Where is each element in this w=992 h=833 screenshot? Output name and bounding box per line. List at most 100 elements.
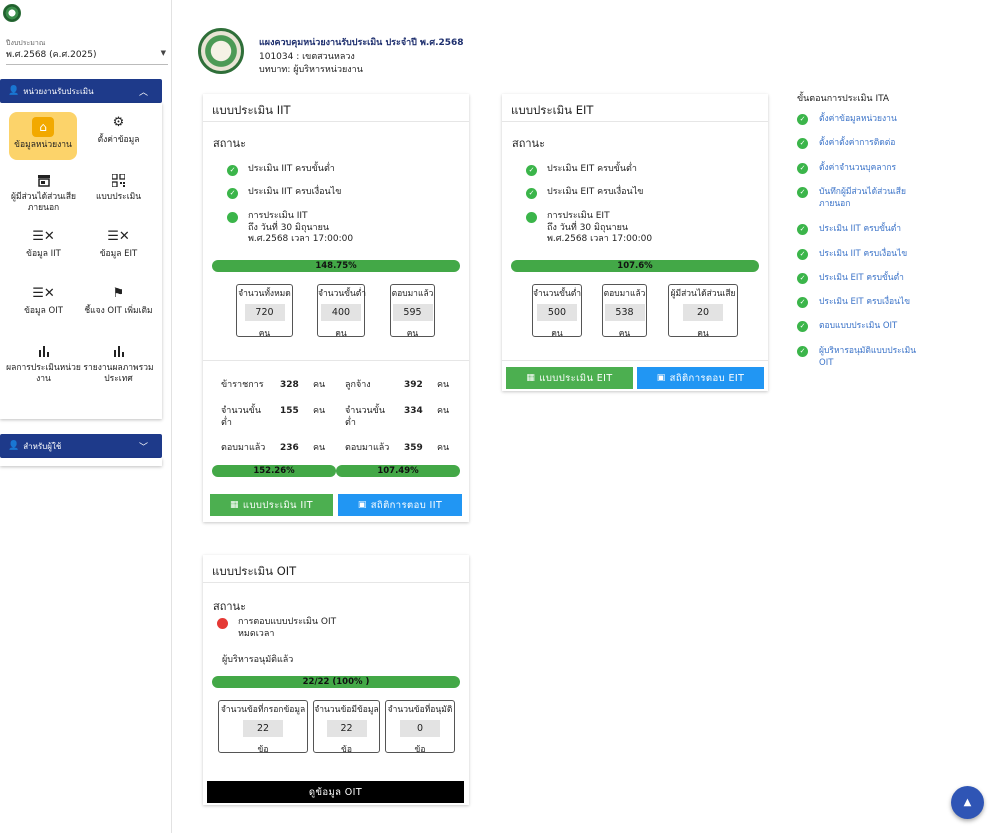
deadline-line: พ.ศ.2568 เวลา 17:00:00 bbox=[248, 234, 354, 245]
step-item[interactable]: ✓ ตั้งค่าตั้งค่าการติดต่อ bbox=[797, 137, 937, 149]
menu-item-forms[interactable]: แบบประเมิน bbox=[81, 169, 156, 225]
divider bbox=[203, 360, 469, 361]
box-unit: คน bbox=[618, 329, 631, 339]
bar-chart-icon bbox=[35, 342, 53, 360]
box-unit: คน bbox=[551, 329, 563, 339]
status-line: หมดเวลา bbox=[238, 628, 275, 639]
box-label: จำนวนข้อมีข้อมูล bbox=[314, 705, 379, 715]
settings-icon: ⚙ bbox=[112, 115, 125, 131]
step-label: ประเมิน EIT ครบขั้นต่ำ bbox=[819, 273, 904, 283]
org-code: 101034 : เขตสวนหลวง bbox=[259, 52, 355, 62]
check-circle-icon: ✓ bbox=[797, 297, 808, 308]
menu-item-results[interactable]: ผลการประเมินหน่วยงาน bbox=[6, 340, 81, 396]
step-item[interactable]: ✓ บันทึกผู้มีส่วนได้ส่วนเสียภายนอก bbox=[797, 186, 932, 211]
unit-label: คน bbox=[313, 443, 326, 453]
section-admin-header[interactable]: 👤 สำหรับผู้ใช้ ﹀ bbox=[0, 434, 162, 458]
iit-form-button[interactable]: ▦ แบบประเมิน IIT bbox=[210, 494, 333, 516]
oit-view-button[interactable]: ดูข้อมูล OIT bbox=[207, 781, 464, 803]
menu-item-org-info[interactable]: ⌂ ข้อมูลหน่วยงาน bbox=[9, 112, 77, 160]
button-label: แบบประเมิน IIT bbox=[242, 499, 313, 511]
eit-status-heading: สถานะ bbox=[512, 137, 545, 150]
menu-item-oit-explain[interactable]: ⚑ ชี้แจง OIT เพิ่มเติม bbox=[81, 283, 156, 339]
status-text: ประเมิน IIT ครบเงื่อนไข bbox=[248, 187, 342, 197]
deadline-line: พ.ศ.2568 เวลา 17:00:00 bbox=[547, 234, 653, 245]
step-label: ผู้บริหารอนุมัติแบบประเมิน OIT bbox=[819, 346, 917, 369]
unit-label: คน bbox=[437, 380, 450, 390]
status-text: ประเมิน EIT ครบเงื่อนไข bbox=[547, 187, 644, 197]
oit-approved-label: ผู้บริหารอนุมัติแล้ว bbox=[222, 655, 294, 665]
unit-label: คน bbox=[313, 380, 326, 390]
menu-item-national-report[interactable]: รายงานผลภาพรวมประเทศ bbox=[81, 340, 156, 396]
menu-label: รายงานผลภาพรวมประเทศ bbox=[83, 363, 154, 385]
step-item[interactable]: ✓ ตั้งค่าข้อมูลหน่วยงาน bbox=[797, 113, 937, 125]
oit-progress-bar: 22/22 (100% ) bbox=[212, 676, 460, 688]
step-item[interactable]: ✓ ประเมิน EIT ครบเงื่อนไข bbox=[797, 296, 937, 308]
checklist-icon: ☰✕ bbox=[32, 286, 55, 302]
box-unit: ข้อ bbox=[341, 745, 352, 755]
iit-stats-button[interactable]: ▣ สถิติการตอบ IIT bbox=[338, 494, 462, 516]
step-item[interactable]: ✓ ประเมิน IIT ครบเงื่อนไข bbox=[797, 248, 937, 260]
menu-label: ข้อมูล EIT bbox=[99, 249, 138, 259]
divider bbox=[203, 582, 469, 583]
status-dot-icon bbox=[526, 212, 537, 223]
status-dot-icon bbox=[227, 212, 238, 223]
box-value: 538 bbox=[604, 304, 645, 321]
menu-item-iit-data[interactable]: ☰✕ ข้อมูล IIT bbox=[6, 226, 81, 282]
store-icon bbox=[35, 171, 53, 189]
iit-min2-label: จำนวนขั้นต่ำ bbox=[345, 406, 385, 428]
check-circle-icon: ✓ bbox=[227, 188, 238, 199]
button-label: แบบประเมิน EIT bbox=[539, 372, 613, 384]
box-value: 20 bbox=[683, 304, 723, 321]
oit-box-approved: จำนวนข้อที่อนุมัติ 0 ข้อ bbox=[385, 700, 455, 755]
eit-form-button[interactable]: ▦ แบบประเมิน EIT bbox=[506, 367, 633, 389]
iit-card-title: แบบประเมิน IIT bbox=[212, 103, 291, 117]
box-unit: คน bbox=[258, 329, 271, 339]
step-label: ประเมิน IIT ครบขั้นต่ำ bbox=[819, 224, 902, 234]
check-circle-icon: ✓ bbox=[797, 224, 808, 235]
menu-item-eit-data[interactable]: ☰✕ ข้อมูล EIT bbox=[81, 226, 156, 282]
step-item[interactable]: ✓ ตั้งค่าจำนวนบุคลากร bbox=[797, 162, 937, 174]
menu-item-stakeholders[interactable]: ผู้มีส่วนได้ส่วนเสียภายนอก bbox=[6, 169, 81, 225]
scroll-top-button[interactable]: ▲ bbox=[951, 786, 984, 819]
button-label: สถิติการตอบ EIT bbox=[669, 372, 745, 384]
menu-item-oit-data[interactable]: ☰✕ ข้อมูล OIT bbox=[6, 283, 81, 339]
box-label: จำนวนขั้นต่ำ bbox=[318, 289, 367, 299]
step-item[interactable]: ✓ ตอบแบบประเมิน OIT bbox=[797, 320, 937, 332]
check-circle-icon: ✓ bbox=[526, 188, 537, 199]
person-icon: 👤 bbox=[8, 86, 20, 96]
section-units-header[interactable]: 👤 หน่วยงานรับประเมิน ︿ bbox=[0, 79, 162, 103]
iit-gov-value: 328 bbox=[280, 380, 299, 390]
iit-gov-label: ข้าราชการ bbox=[221, 380, 264, 390]
eit-card: แบบประเมิน EIT สถานะ ✓ ประเมิน EIT ครบขั… bbox=[502, 94, 768, 391]
check-circle-icon: ✓ bbox=[227, 165, 238, 176]
checklist-icon: ☰✕ bbox=[107, 229, 130, 245]
iit-box-answered: ตอบมาแล้ว 595 คน bbox=[390, 284, 435, 339]
iit-status-deadline: การประเมิน IIT ถึง วันที่ 30 มิถุนายน พ.… bbox=[227, 211, 353, 246]
iit-box-total: จำนวนทั้งหมด 720 คน bbox=[236, 284, 293, 339]
page-title: แผงควบคุมหน่วยงานรับประเมิน ประจำปี พ.ศ.… bbox=[259, 38, 464, 48]
chevron-up-icon: ︿ bbox=[138, 88, 148, 98]
step-label: ตั้งค่าจำนวนบุคลากร bbox=[819, 163, 897, 173]
step-item[interactable]: ✓ ประเมิน IIT ครบขั้นต่ำ bbox=[797, 223, 937, 235]
eit-stats-button[interactable]: ▣ สถิติการตอบ EIT bbox=[637, 367, 764, 389]
step-item[interactable]: ✓ ประเมิน EIT ครบขั้นต่ำ bbox=[797, 272, 937, 284]
person-icon: 👤 bbox=[8, 441, 20, 451]
qr-icon: ▦ bbox=[526, 373, 536, 383]
box-unit: ข้อ bbox=[414, 745, 426, 755]
eit-status-cond: ✓ ประเมิน EIT ครบเงื่อนไข bbox=[526, 187, 643, 199]
eit-card-title: แบบประเมิน EIT bbox=[511, 103, 594, 117]
user-role: บทบาท: ผู้บริหารหน่วยงาน bbox=[259, 65, 363, 75]
year-select[interactable]: พ.ศ.2568 (ค.ศ.2025) ▼ bbox=[6, 47, 168, 61]
box-value: 595 bbox=[392, 304, 433, 321]
qr-icon bbox=[110, 171, 128, 189]
box-label: ผู้มีส่วนได้ส่วนเสีย bbox=[670, 289, 736, 299]
status-dot-icon bbox=[217, 618, 228, 629]
step-item[interactable]: ✓ ผู้บริหารอนุมัติแบบประเมิน OIT bbox=[797, 345, 932, 370]
iit-min1-value: 155 bbox=[280, 406, 299, 416]
box-value: 720 bbox=[244, 304, 285, 321]
menu-item-settings[interactable]: ⚙ ตั้งค่าข้อมูล bbox=[81, 112, 156, 168]
deadline-line: ถึง วันที่ 30 มิถุนายน bbox=[547, 222, 629, 233]
eit-box-stakeholders: ผู้มีส่วนได้ส่วนเสีย 20 คน bbox=[668, 284, 738, 339]
box-label: จำนวนขั้นต่ำ bbox=[533, 289, 582, 299]
step-label: ประเมิน EIT ครบเงื่อนไข bbox=[819, 297, 911, 307]
